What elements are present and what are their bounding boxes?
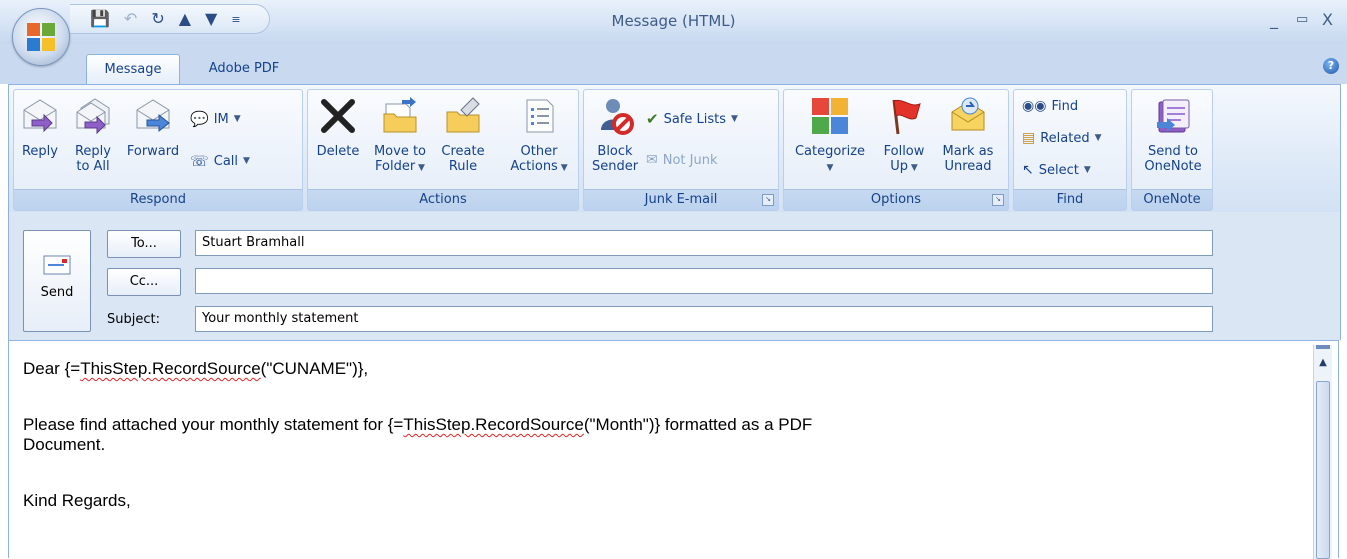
cursor-icon: ↖ <box>1022 162 1034 178</box>
safe-lists-button[interactable]: ✔ Safe Lists ▼ <box>646 110 738 128</box>
close-button[interactable]: X <box>1322 10 1333 29</box>
options-dialog-launcher-icon[interactable]: ↘ <box>992 194 1004 206</box>
reply-all-button[interactable]: Reply to All <box>68 96 118 174</box>
group-label-respond: Respond <box>14 189 302 210</box>
ribbon: Reply Reply to All Forward 💬 IM ▼ ☏ Call… <box>8 84 1341 214</box>
create-rule-icon <box>446 97 480 133</box>
window-title: Message (HTML) <box>611 12 736 30</box>
ribbon-tab-row: Message Adobe PDF ? <box>0 44 1347 85</box>
find-button[interactable]: ◉◉ Find <box>1022 98 1078 114</box>
to-button[interactable]: To... <box>107 230 181 258</box>
select-button[interactable]: ↖ Select ▼ <box>1022 162 1091 178</box>
related-icon: ▤ <box>1022 130 1036 146</box>
office-button[interactable] <box>12 8 70 66</box>
to-field[interactable]: Stuart Bramhall <box>195 230 1213 256</box>
scroll-up-icon[interactable]: ▲ <box>1316 357 1330 375</box>
group-find: ◉◉ Find ▤ Related ▼ ↖ Select ▼ Find <box>1013 89 1127 211</box>
group-label-junk-email: Junk E-mail <box>584 189 778 210</box>
not-junk-button[interactable]: ✉ Not Junk <box>646 152 717 168</box>
maximize-button[interactable]: ▭ <box>1296 12 1308 27</box>
subject-field[interactable]: Your monthly statement <box>195 306 1213 332</box>
move-to-folder-icon <box>383 97 417 133</box>
group-label-onenote: OneNote <box>1132 189 1212 210</box>
forward-button[interactable]: Forward <box>122 96 184 159</box>
create-rule-button[interactable]: Create Rule <box>434 96 492 174</box>
mark-as-unread-icon <box>951 97 985 131</box>
block-sender-icon <box>601 99 634 135</box>
mark-as-unread-button[interactable]: Mark as Unread <box>936 96 1000 174</box>
other-actions-icon <box>526 99 554 133</box>
follow-up-flag-icon <box>892 99 921 135</box>
binoculars-icon: ◉◉ <box>1022 98 1047 114</box>
group-onenote: Send to OneNote OneNote <box>1131 89 1213 211</box>
vertical-scrollbar[interactable]: ▲ <box>1313 345 1332 559</box>
onenote-icon <box>1157 99 1190 133</box>
categorize-button[interactable]: Categorize ▼ <box>788 96 872 176</box>
not-junk-icon: ✉ <box>646 152 658 168</box>
minimize-button[interactable]: _ <box>1270 10 1278 29</box>
group-actions: Delete Move to Folder ▼ Create Rule Othe… <box>307 89 579 211</box>
help-icon[interactable]: ? <box>1323 58 1339 74</box>
related-button[interactable]: ▤ Related ▼ <box>1022 130 1102 146</box>
group-respond: Reply Reply to All Forward 💬 IM ▼ ☏ Call… <box>13 89 303 211</box>
follow-up-button[interactable]: Follow Up ▼ <box>874 96 934 176</box>
send-to-onenote-button[interactable]: Send to OneNote <box>1138 96 1208 174</box>
reply-button[interactable]: Reply <box>18 96 62 159</box>
junk-email-dialog-launcher-icon[interactable]: ↘ <box>762 194 774 206</box>
scroll-thumb[interactable] <box>1316 381 1330 559</box>
body-paragraph-line-2: Document. <box>23 435 106 454</box>
message-body-text: Dear {=ThisStep.RecordSource("CUNAME")},… <box>23 359 1283 511</box>
send-button[interactable]: Send <box>23 230 91 332</box>
delete-button[interactable]: Delete <box>312 96 364 159</box>
reply-all-icon <box>76 98 110 135</box>
categorize-icon <box>812 98 848 134</box>
message-body-editor[interactable]: Dear {=ThisStep.RecordSource("CUNAME")},… <box>8 340 1339 559</box>
body-greeting-line: Dear {=ThisStep.RecordSource("CUNAME")}, <box>23 359 369 378</box>
move-to-folder-button[interactable]: Move to Folder ▼ <box>370 96 430 176</box>
group-junk-email: Block Sender ✔ Safe Lists ▼ ✉ Not Junk Ju… <box>583 89 779 211</box>
subject-label: Subject: <box>107 312 160 327</box>
call-button[interactable]: ☏ Call ▼ <box>190 152 250 170</box>
group-options: Categorize ▼ Follow Up ▼ Mark as Unread … <box>783 89 1009 211</box>
message-header: Send To... Cc... Subject: Stuart Bramhal… <box>8 212 1341 340</box>
safe-lists-icon: ✔ <box>646 110 659 128</box>
im-icon: 💬 <box>190 110 209 128</box>
group-label-options: Options <box>784 189 1008 210</box>
send-icon <box>43 255 71 275</box>
other-actions-button[interactable]: Other Actions ▼ <box>504 96 574 176</box>
title-bar: 💾 ↶ ↻ ▲ ▼ ≡ Message (HTML) _ ▭ X <box>0 0 1347 44</box>
cc-field[interactable] <box>195 268 1213 294</box>
body-paragraph-line: Please find attached your monthly statem… <box>23 415 813 434</box>
tab-message[interactable]: Message <box>86 54 180 85</box>
group-label-find: Find <box>1014 189 1126 210</box>
im-button[interactable]: 💬 IM ▼ <box>190 110 241 128</box>
tab-adobe-pdf[interactable]: Adobe PDF <box>194 54 294 84</box>
forward-icon <box>136 99 170 133</box>
reply-icon <box>23 99 57 133</box>
phone-icon: ☏ <box>190 152 209 170</box>
delete-icon <box>321 99 355 133</box>
split-handle[interactable] <box>1316 345 1330 349</box>
cc-button[interactable]: Cc... <box>107 268 181 296</box>
block-sender-button[interactable]: Block Sender <box>588 96 642 174</box>
office-logo-icon <box>27 23 55 51</box>
body-signoff-line: Kind Regards, <box>23 491 131 510</box>
group-label-actions: Actions <box>308 189 578 210</box>
